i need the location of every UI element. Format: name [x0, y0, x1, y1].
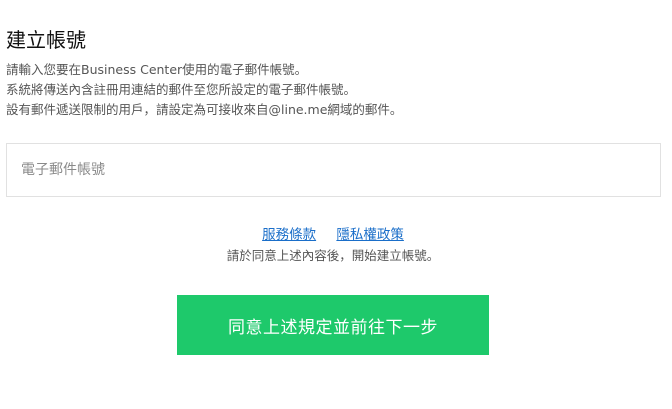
description-line: 系統將傳送內含註冊用連結的郵件至您所設定的電子郵件帳號。 — [6, 82, 357, 97]
email-field-container — [6, 143, 661, 197]
consent-text: 請於同意上述內容後，開始建立帳號。 — [226, 248, 440, 263]
agree-and-continue-button[interactable]: 同意上述規定並前往下一步 — [177, 295, 489, 355]
create-account-page: 建立帳號 請輸入您要在Business Center使用的電子郵件帳號。 系統將… — [0, 0, 672, 409]
description-line: 設有郵件遞送限制的用戶，請設定為可接收來自@line.me網域的郵件。 — [6, 102, 403, 117]
description-line: 請輸入您要在Business Center使用的電子郵件帳號。 — [6, 62, 308, 77]
policy-links: 服務條款 隱私權政策 — [0, 225, 666, 245]
privacy-policy-link[interactable]: 隱私權政策 — [336, 227, 404, 243]
email-field[interactable] — [7, 144, 641, 196]
terms-of-service-link[interactable]: 服務條款 — [262, 227, 316, 243]
description-block: 請輸入您要在Business Center使用的電子郵件帳號。 系統將傳送內含註… — [6, 60, 666, 120]
page-title: 建立帳號 — [6, 28, 86, 52]
